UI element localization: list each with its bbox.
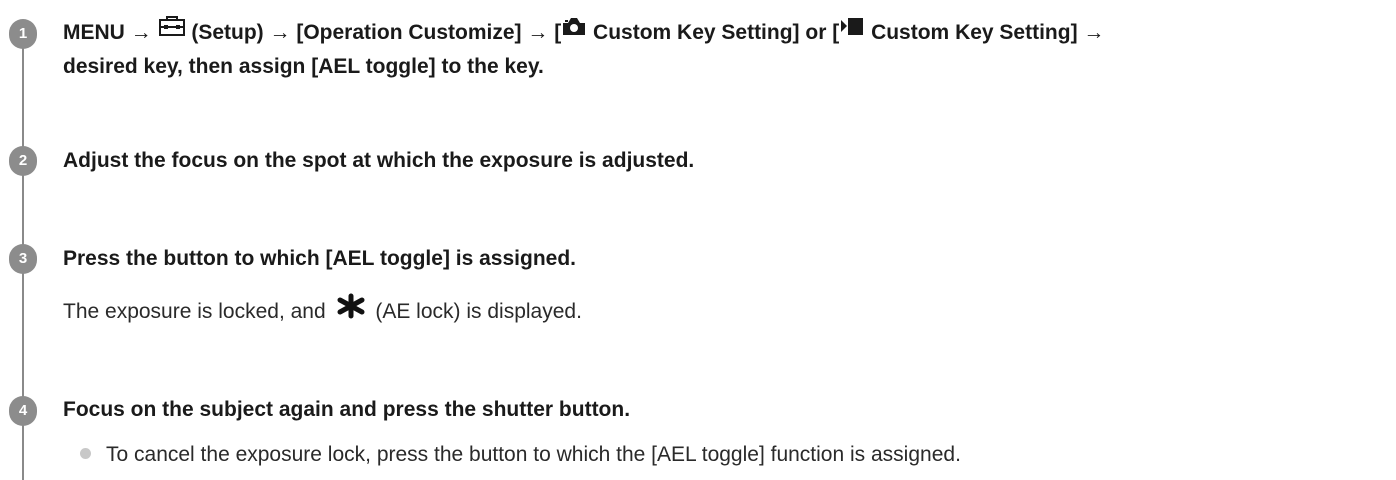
menu-path-start: MENU → [63, 21, 152, 44]
step-3-note: The exposure is locked, and (AE lock) is… [63, 293, 582, 330]
step-1-title: MENU → (Setup) → [Operation Customize] →… [63, 16, 1386, 84]
note-text-end: (AE lock) is displayed. [375, 300, 582, 324]
step-number-badge: 1 [9, 19, 37, 49]
note-text-start: The exposure is locked, and [63, 300, 326, 324]
menu-path-still-custom: Custom Key Setting] or [ [593, 21, 840, 44]
step-number-badge: 3 [9, 244, 37, 274]
step-number-badge: 4 [9, 396, 37, 426]
step-number-badge: 2 [9, 146, 37, 176]
list-item: To cancel the exposure lock, press the b… [80, 440, 961, 470]
camera-still-icon [561, 14, 587, 48]
menu-path-setup: (Setup) → [Operation Customize] → [ [191, 21, 562, 44]
step-3-title: Press the button to which [AEL toggle] i… [63, 247, 576, 270]
ae-lock-asterisk-icon [336, 293, 366, 328]
bullet-icon [80, 447, 91, 459]
menu-path-line2: desired key, then assign [AEL toggle] to… [63, 55, 544, 79]
bullet-text: To cancel the exposure lock, press the b… [106, 443, 961, 466]
menu-path-movie-custom: Custom Key Setting] → [871, 21, 1105, 44]
step-2-title: Adjust the focus on the spot at which th… [63, 149, 695, 172]
setup-toolbox-icon [158, 14, 186, 48]
step-4-title: Focus on the subject again and press the… [63, 398, 631, 421]
movie-icon [839, 14, 865, 48]
